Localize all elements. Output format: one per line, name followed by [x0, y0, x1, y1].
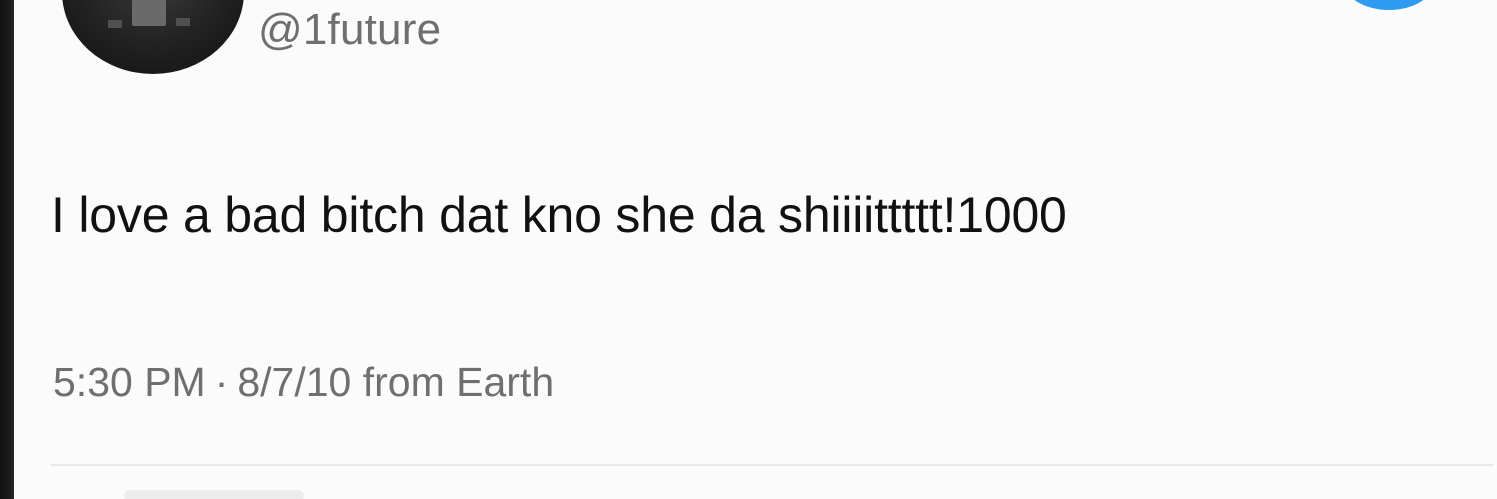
tweet-card: @1future I love a bad bitch dat kno she … — [14, 0, 1497, 499]
tweet-time[interactable]: 5:30 PM — [53, 359, 206, 405]
tweet-metadata: 5:30 PM · 8/7/10 from Earth — [53, 356, 554, 408]
bottom-faded-shape — [124, 490, 304, 499]
metadata-separator: · — [214, 359, 229, 405]
tweet-date-source[interactable]: 8/7/10 from Earth — [237, 359, 554, 405]
user-handle[interactable]: @1future — [258, 3, 441, 57]
left-dark-edge — [0, 0, 14, 499]
tweet-divider — [51, 464, 1493, 466]
profile-avatar-icon[interactable] — [62, 0, 244, 74]
screenshot-frame: @1future I love a bad bitch dat kno she … — [0, 0, 1497, 499]
avatar-photo-detail — [132, 0, 166, 26]
tweet-text: I love a bad bitch dat kno she da shiiii… — [51, 187, 1067, 243]
verified-badge-icon — [1344, 0, 1434, 10]
